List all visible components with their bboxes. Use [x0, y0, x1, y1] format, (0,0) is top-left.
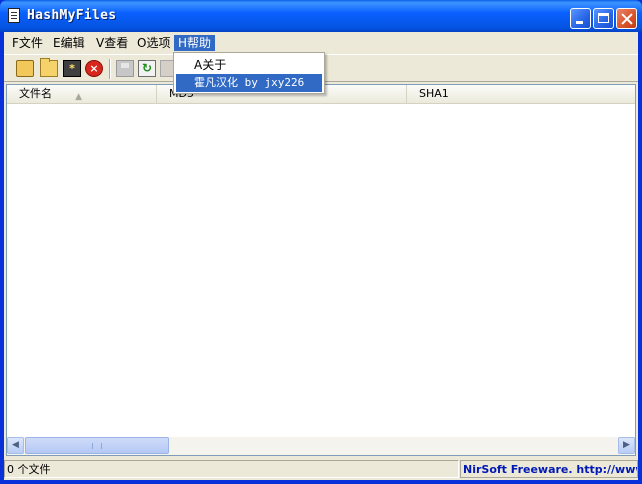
maximize-icon: [594, 9, 613, 28]
title-bar[interactable]: HashMyFiles: [0, 0, 642, 32]
menu-view[interactable]: V查看: [92, 35, 132, 51]
chevron-left-icon: ◀: [12, 440, 19, 450]
open-folder-icon[interactable]: [40, 58, 58, 77]
refresh-icon[interactable]: ↻: [138, 60, 156, 77]
app-window: HashMyFiles F文件 E编辑 V查看 O选项 H帮助 * × ↻ 文件…: [0, 0, 642, 484]
scroll-left-button[interactable]: ◀: [7, 437, 24, 454]
column-filename-label: 文件名: [19, 87, 52, 100]
help-dropdown-menu: A关于 霍凡汉化 by jxy226: [173, 52, 325, 94]
column-sha1[interactable]: SHA1: [407, 85, 635, 103]
horizontal-scrollbar[interactable]: ◀ ▶: [7, 437, 635, 455]
minimize-icon: [571, 9, 590, 28]
minimize-button[interactable]: [570, 8, 591, 29]
wildcard-icon[interactable]: *: [63, 60, 81, 77]
toolbar-separator: [109, 59, 111, 79]
menu-item-translator-credit[interactable]: 霍凡汉化 by jxy226: [176, 74, 322, 92]
close-button[interactable]: [616, 8, 637, 29]
menu-help[interactable]: H帮助: [174, 35, 216, 51]
maximize-button[interactable]: [593, 8, 614, 29]
menu-file[interactable]: F文件: [8, 35, 47, 51]
app-icon: [8, 8, 20, 23]
close-icon: [617, 9, 636, 28]
column-filename[interactable]: 文件名 ▲: [7, 85, 157, 103]
scrollbar-thumb[interactable]: [25, 437, 169, 454]
status-file-count: 0 个文件: [4, 460, 459, 478]
file-list[interactable]: 文件名 ▲ MD5 SHA1 ◀ ▶: [6, 84, 636, 456]
chevron-right-icon: ▶: [623, 440, 630, 450]
scroll-right-button[interactable]: ▶: [618, 437, 635, 454]
status-credit-link[interactable]: NirSoft Freeware. http://www.n: [460, 460, 638, 478]
grip-icon: [92, 443, 102, 449]
menu-edit[interactable]: E编辑: [49, 35, 89, 51]
save-icon[interactable]: [116, 60, 134, 77]
column-sha1-label: SHA1: [419, 87, 449, 100]
status-bar: 0 个文件 NirSoft Freeware. http://www.n: [4, 458, 638, 480]
menu-bar: F文件 E编辑 V查看 O选项 H帮助: [4, 32, 638, 53]
stop-icon[interactable]: ×: [85, 60, 103, 77]
menu-item-about[interactable]: A关于: [176, 56, 322, 74]
window-title: HashMyFiles: [27, 8, 117, 23]
open-files-icon[interactable]: [16, 60, 34, 77]
list-body[interactable]: [7, 104, 635, 436]
menu-options[interactable]: O选项: [133, 35, 174, 51]
client-area: F文件 E编辑 V查看 O选项 H帮助 * × ↻ 文件名 ▲ MD5: [4, 32, 638, 480]
